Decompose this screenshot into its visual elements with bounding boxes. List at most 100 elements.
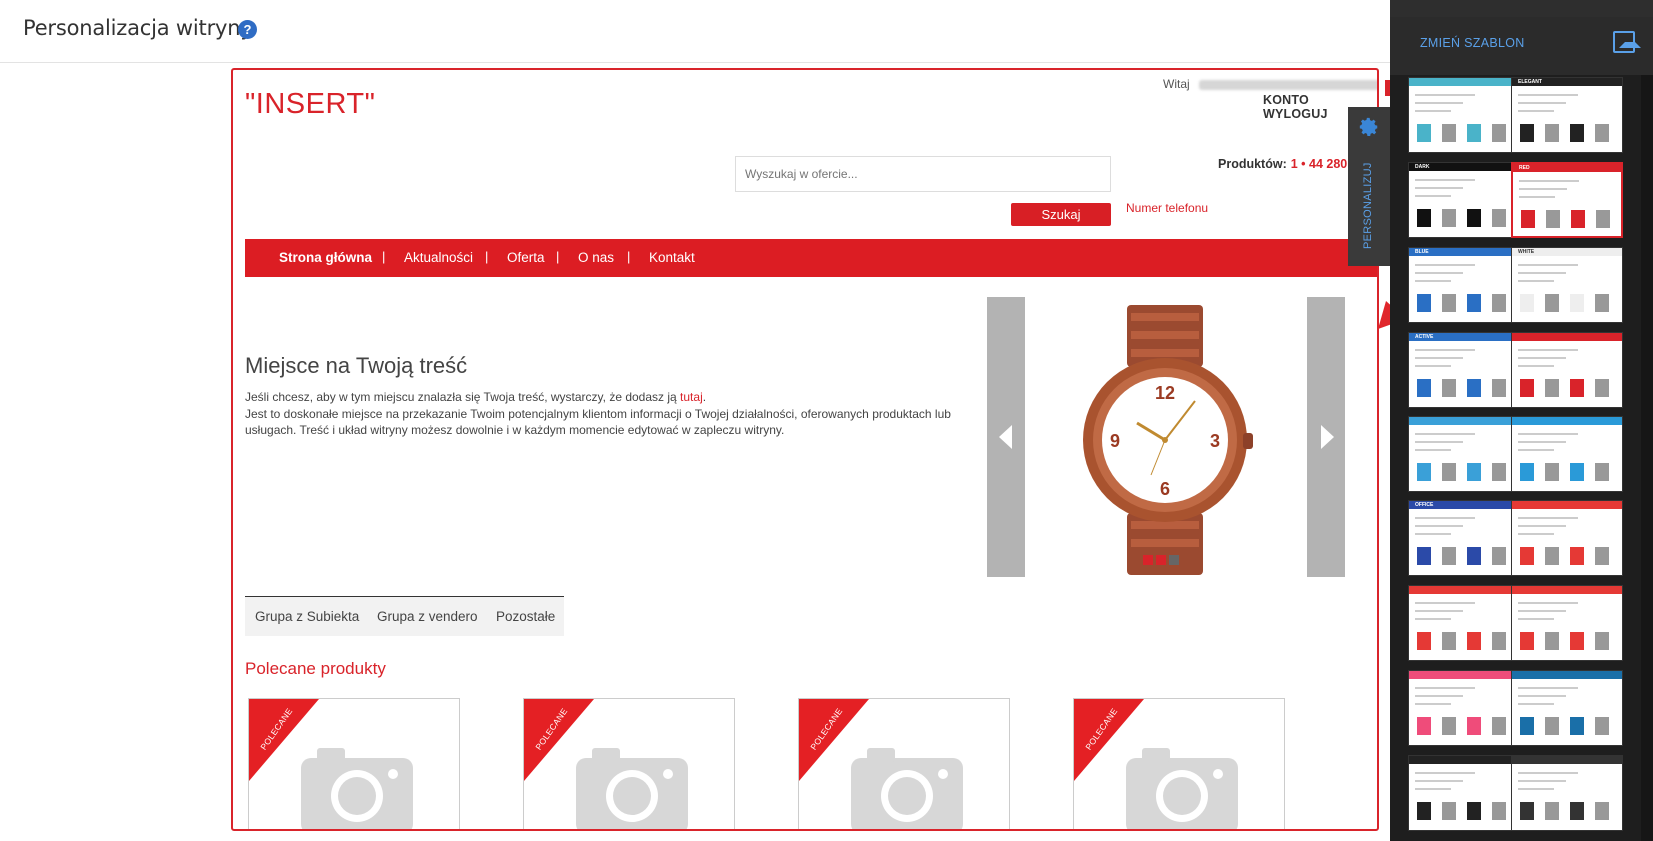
template-product-block [1442, 547, 1456, 565]
help-icon[interactable]: ? [238, 20, 257, 39]
template-thumbnail[interactable] [1408, 416, 1520, 492]
template-product-block [1545, 717, 1559, 735]
tab-group-subiekt[interactable]: Grupa z Subiekta [255, 609, 359, 624]
template-thumbnail[interactable]: BLUE [1408, 247, 1520, 323]
template-thumbnail[interactable] [1408, 77, 1520, 153]
tab-group-vendero[interactable]: Grupa z vendero [377, 609, 478, 624]
template-thumbnail[interactable]: ELEGANT [1511, 77, 1623, 153]
nav-separator: | [382, 249, 386, 264]
template-text-line [1518, 610, 1566, 612]
template-text-line [1518, 788, 1554, 790]
slider-dot-1[interactable] [1143, 555, 1153, 565]
template-thumbnail[interactable]: ACTIVE [1408, 332, 1520, 408]
template-text-line [1518, 772, 1578, 774]
template-name: ELEGANT [1518, 79, 1542, 85]
cart-label: Produktów: [1218, 157, 1287, 171]
template-product-block [1596, 210, 1610, 228]
greeting-label: Witaj [1163, 77, 1190, 91]
search-input[interactable] [735, 156, 1111, 192]
template-text-line [1518, 110, 1554, 112]
template-product-block [1570, 379, 1584, 397]
template-name: ACTIVE [1415, 334, 1434, 340]
template-thumbnail[interactable]: OFFICE [1408, 500, 1520, 576]
search-button[interactable]: Szukaj [1011, 203, 1111, 226]
product-card[interactable]: POLECANE [248, 698, 460, 829]
slider-dot-3[interactable] [1169, 555, 1179, 565]
gear-icon [1359, 117, 1378, 136]
template-text-line [1415, 280, 1451, 282]
template-text-line [1415, 110, 1451, 112]
store-brand-logo[interactable]: "INSERT" [245, 88, 375, 121]
template-product-block [1467, 209, 1481, 227]
template-thumbnail[interactable]: DARK [1408, 162, 1520, 238]
template-product-block [1442, 632, 1456, 650]
template-thumbnail[interactable]: RED [1511, 162, 1623, 238]
template-thumbnail[interactable] [1511, 416, 1623, 492]
template-name: WHITE [1518, 249, 1535, 255]
content-text: Jeśli chcesz, aby w tym miejscu znalazła… [245, 389, 965, 439]
template-thumbnail[interactable] [1408, 585, 1520, 661]
template-product-block [1521, 210, 1535, 228]
panel-scrollbar[interactable] [1641, 75, 1653, 841]
change-template-label[interactable]: ZMIEŃ SZABLON [1420, 36, 1525, 50]
template-product-block [1467, 294, 1481, 312]
nav-item-about[interactable]: O nas [578, 250, 614, 265]
template-text-line [1518, 703, 1554, 705]
template-text-line [1415, 780, 1463, 782]
template-text-line [1415, 272, 1463, 274]
template-product-block [1417, 463, 1431, 481]
template-thumbnail[interactable]: WHITE [1511, 247, 1623, 323]
template-thumbnail[interactable] [1511, 670, 1623, 746]
template-text-line [1415, 703, 1451, 705]
store-preview-frame[interactable]: "INSERT" Witaj KONTO WYLOGUJ Szukaj Prod… [231, 68, 1379, 831]
template-name: DARK [1415, 164, 1430, 170]
template-product-block [1520, 632, 1534, 650]
nav-item-contact[interactable]: Kontakt [649, 250, 695, 265]
page-title: Personalizacja witryny [23, 16, 253, 40]
template-text-line [1415, 525, 1463, 527]
nav-item-news[interactable]: Aktualności [404, 250, 473, 265]
template-thumbnail[interactable] [1511, 585, 1623, 661]
content-link[interactable]: tutaj [680, 390, 703, 404]
cart-summary[interactable]: Produktów: 1 • 44 280 [1218, 157, 1347, 171]
nav-item-offer[interactable]: Oferta [507, 250, 545, 265]
template-product-block [1546, 210, 1560, 228]
template-product-block [1467, 379, 1481, 397]
template-product-block [1492, 802, 1506, 820]
template-product-block [1545, 547, 1559, 565]
nav-item-home[interactable]: Strona główna [279, 250, 372, 265]
template-thumbnail[interactable] [1408, 670, 1520, 746]
template-thumbnail[interactable] [1511, 755, 1623, 831]
image-picker-icon[interactable] [1613, 31, 1641, 53]
chevron-right-icon [1321, 425, 1334, 449]
template-product-block [1545, 124, 1559, 142]
product-card[interactable]: POLECANE [798, 698, 1010, 829]
slider-next-button[interactable] [1307, 297, 1345, 577]
template-text-line [1518, 357, 1566, 359]
template-thumbnail[interactable] [1408, 755, 1520, 831]
template-text-line [1518, 433, 1578, 435]
product-card[interactable]: POLECANE [1073, 698, 1285, 829]
watch-image: 12 6 9 3 [1083, 305, 1253, 575]
tab-other[interactable]: Pozostałe [496, 609, 555, 624]
template-text-line [1415, 441, 1463, 443]
template-thumbnail[interactable] [1511, 500, 1623, 576]
template-text-line [1518, 280, 1554, 282]
account-link[interactable]: KONTO [1263, 93, 1309, 107]
template-product-block [1570, 802, 1584, 820]
template-product-block [1442, 294, 1456, 312]
main-navigation: Strona główna | Aktualności | Oferta | O… [245, 239, 1377, 277]
template-product-block [1492, 547, 1506, 565]
slider-dot-2[interactable] [1156, 555, 1166, 565]
logout-link[interactable]: WYLOGUJ [1263, 107, 1328, 121]
template-product-block [1595, 379, 1609, 397]
template-text-line [1518, 264, 1578, 266]
slider-prev-button[interactable] [987, 297, 1025, 577]
template-text-line [1415, 349, 1475, 351]
template-thumbnail[interactable] [1511, 332, 1623, 408]
template-product-block [1492, 379, 1506, 397]
svg-text:3: 3 [1210, 431, 1220, 451]
nav-separator: | [556, 249, 560, 264]
cart-value: 1 • 44 280 [1290, 157, 1348, 171]
product-card[interactable]: POLECANE [523, 698, 735, 829]
